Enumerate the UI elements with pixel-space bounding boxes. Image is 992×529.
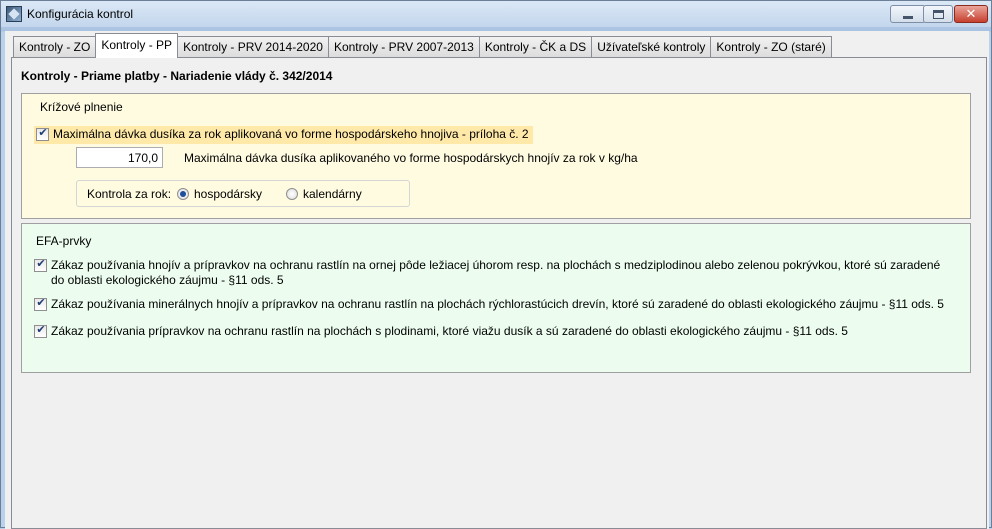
efa-title: EFA-prvky <box>36 234 92 248</box>
efa-item-2[interactable]: ✔ Zákaz používania minerálnych hnojív a … <box>34 296 954 312</box>
cross-compliance-group: Krížové plnenie ✔ Maximálna dávka dusíka… <box>21 93 971 219</box>
radio-selected-icon <box>177 188 189 200</box>
app-window: Konfigurácia kontrol ✕ Kontroly - ZO Kon… <box>0 0 992 529</box>
check-icon: ✔ <box>36 323 46 336</box>
efa-item-3-label: Zákaz používania prípravkov na ochranu r… <box>51 324 848 338</box>
tab-kontroly-prv-2014-2020[interactable]: Kontroly - PRV 2014-2020 <box>177 36 329 57</box>
check-icon: ✔ <box>38 126 48 139</box>
check-icon: ✔ <box>36 296 46 309</box>
efa-item-2-checkbox[interactable]: ✔ <box>34 296 47 311</box>
tab-kontroly-ck-ds[interactable]: Kontroly - ČK a DS <box>478 36 593 57</box>
minimize-icon <box>903 15 913 19</box>
tab-strip: Kontroly - ZO Kontroly - PP Kontroly - P… <box>13 33 832 58</box>
close-icon: ✕ <box>965 6 977 22</box>
minimize-button[interactable] <box>890 5 926 23</box>
radio-unselected-icon <box>286 188 298 200</box>
maximize-button[interactable] <box>923 5 953 23</box>
nitrogen-dose-checkbox[interactable]: ✔ <box>36 126 49 141</box>
nitrogen-dose-description: Maximálna dávka dusíka aplikovaného vo f… <box>184 151 638 165</box>
window-title: Konfigurácia kontrol <box>27 7 134 21</box>
nitrogen-dose-input[interactable]: 170,0 <box>76 147 163 168</box>
cross-compliance-title: Krížové plnenie <box>40 100 123 114</box>
efa-item-1[interactable]: ✔ Zákaz používania hnojív a prípravkov n… <box>34 257 954 288</box>
tab-page-pp: Kontroly - Priame platby - Nariadenie vl… <box>11 57 987 529</box>
tab-kontroly-zo[interactable]: Kontroly - ZO <box>13 36 97 57</box>
year-control-group: Kontrola za rok: hospodársky kalendárny <box>76 180 410 207</box>
radio-kalendarny-label: kalendárny <box>303 187 362 201</box>
radio-hospodarsky-label: hospodársky <box>194 187 263 201</box>
efa-item-2-label: Zákaz používania minerálnych hnojív a pr… <box>51 297 944 311</box>
year-control-caption: Kontrola za rok: <box>87 187 172 201</box>
app-icon <box>6 6 22 22</box>
efa-item-3[interactable]: ✔ Zákaz používania prípravkov na ochranu… <box>34 323 954 339</box>
page-title: Kontroly - Priame platby - Nariadenie vl… <box>21 69 333 83</box>
highlighted-row: ✔ Maximálna dávka dusíka za rok aplikova… <box>34 126 533 144</box>
tab-kontroly-pp[interactable]: Kontroly - PP <box>95 33 179 58</box>
tab-kontroly-zo-stare[interactable]: Kontroly - ZO (staré) <box>710 36 832 57</box>
tab-kontroly-prv-2007-2013[interactable]: Kontroly - PRV 2007-2013 <box>327 36 480 57</box>
title-bar[interactable]: Konfigurácia kontrol ✕ <box>1 1 991 27</box>
radio-kalendarny[interactable]: kalendárny <box>286 187 362 201</box>
check-icon: ✔ <box>36 257 46 270</box>
tab-uzivatelske-kontroly[interactable]: Užívateľské kontroly <box>591 36 712 57</box>
radio-hospodarsky[interactable]: hospodársky <box>177 187 262 201</box>
close-button[interactable]: ✕ <box>954 5 988 23</box>
efa-item-1-label: Zákaz používania hnojív a prípravkov na … <box>51 258 941 287</box>
client-area: Kontroly - ZO Kontroly - PP Kontroly - P… <box>5 31 989 529</box>
efa-group: EFA-prvky ✔ Zákaz používania hnojív a pr… <box>21 223 971 373</box>
maximize-icon <box>932 9 944 19</box>
efa-item-3-checkbox[interactable]: ✔ <box>34 323 47 338</box>
efa-item-1-checkbox[interactable]: ✔ <box>34 257 47 272</box>
nitrogen-dose-label: Maximálna dávka dusíka za rok aplikovaná… <box>53 127 529 141</box>
nitrogen-dose-checkbox-row[interactable]: ✔ Maximálna dávka dusíka za rok aplikova… <box>34 126 533 144</box>
